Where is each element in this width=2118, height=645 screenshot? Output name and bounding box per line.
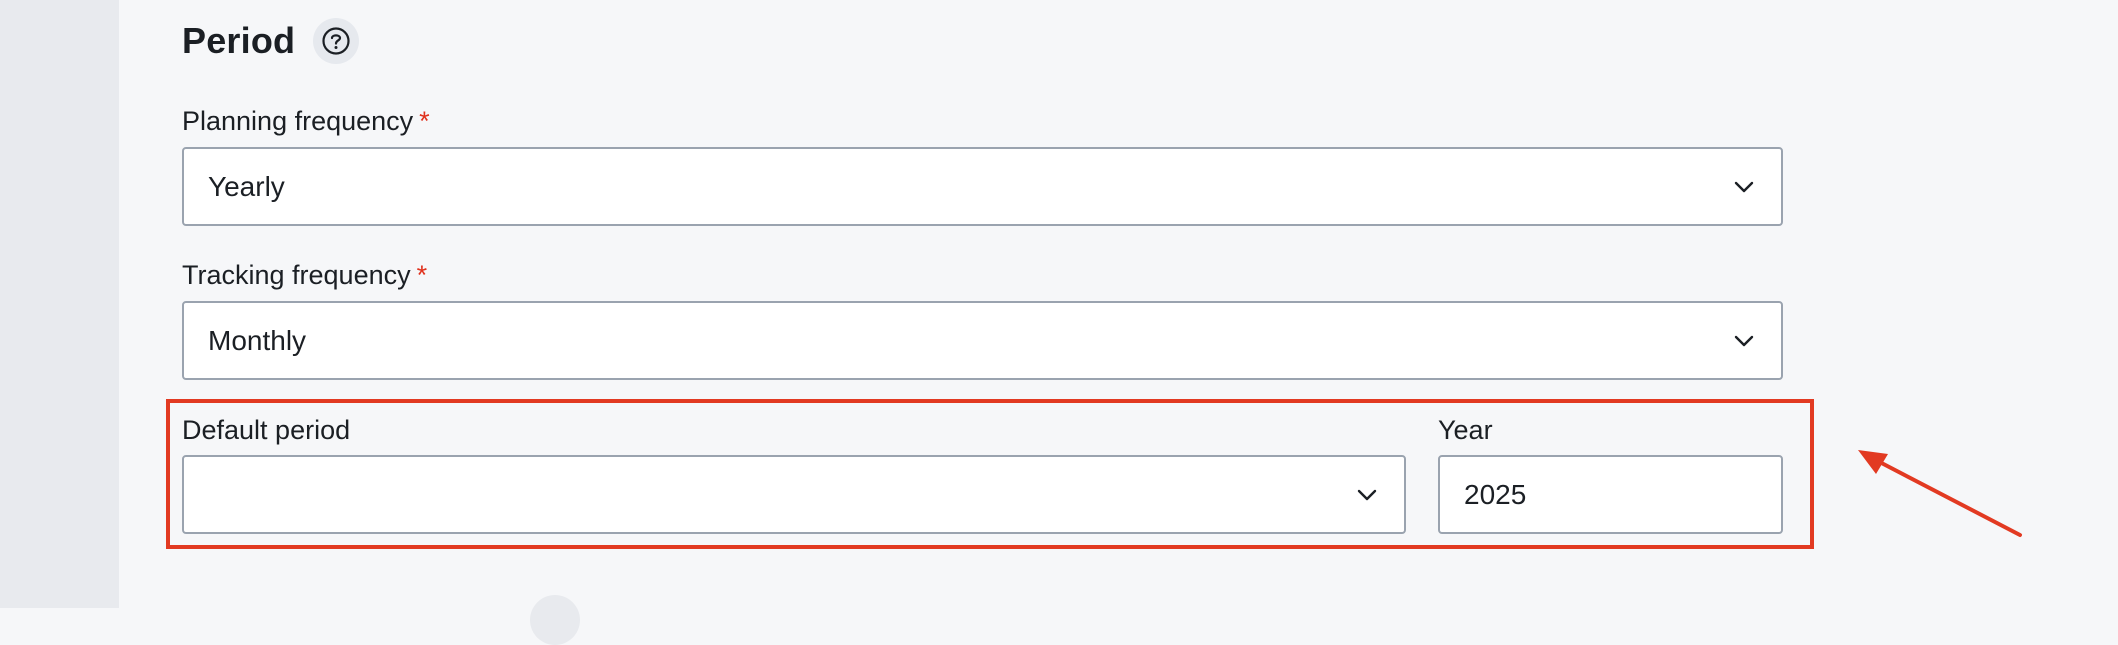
section-title: Period <box>182 20 296 61</box>
planning-frequency-value: Yearly <box>208 170 285 202</box>
question-circle-icon <box>322 27 350 55</box>
required-asterisk: * <box>416 260 428 290</box>
tracking-frequency-label: Tracking frequency * <box>182 260 427 291</box>
tracking-frequency-label-text: Tracking frequency <box>182 260 411 290</box>
required-asterisk: * <box>419 106 430 136</box>
annotation-arrow-icon <box>1858 450 2022 537</box>
left-sidebar-rail <box>0 0 119 608</box>
planning-frequency-label: Planning frequency * <box>182 106 430 137</box>
tracking-frequency-select[interactable]: Monthly <box>182 301 1783 380</box>
help-button[interactable] <box>313 18 360 64</box>
annotation-highlight-box <box>166 399 1814 549</box>
tracking-frequency-value: Monthly <box>208 324 307 356</box>
chevron-down-icon <box>1734 335 1754 346</box>
section-header: Period <box>182 18 360 64</box>
partial-button-edge <box>530 595 580 645</box>
planning-frequency-select[interactable]: Yearly <box>182 147 1783 226</box>
planning-frequency-label-text: Planning frequency <box>182 106 414 136</box>
chevron-down-icon <box>1734 181 1754 192</box>
